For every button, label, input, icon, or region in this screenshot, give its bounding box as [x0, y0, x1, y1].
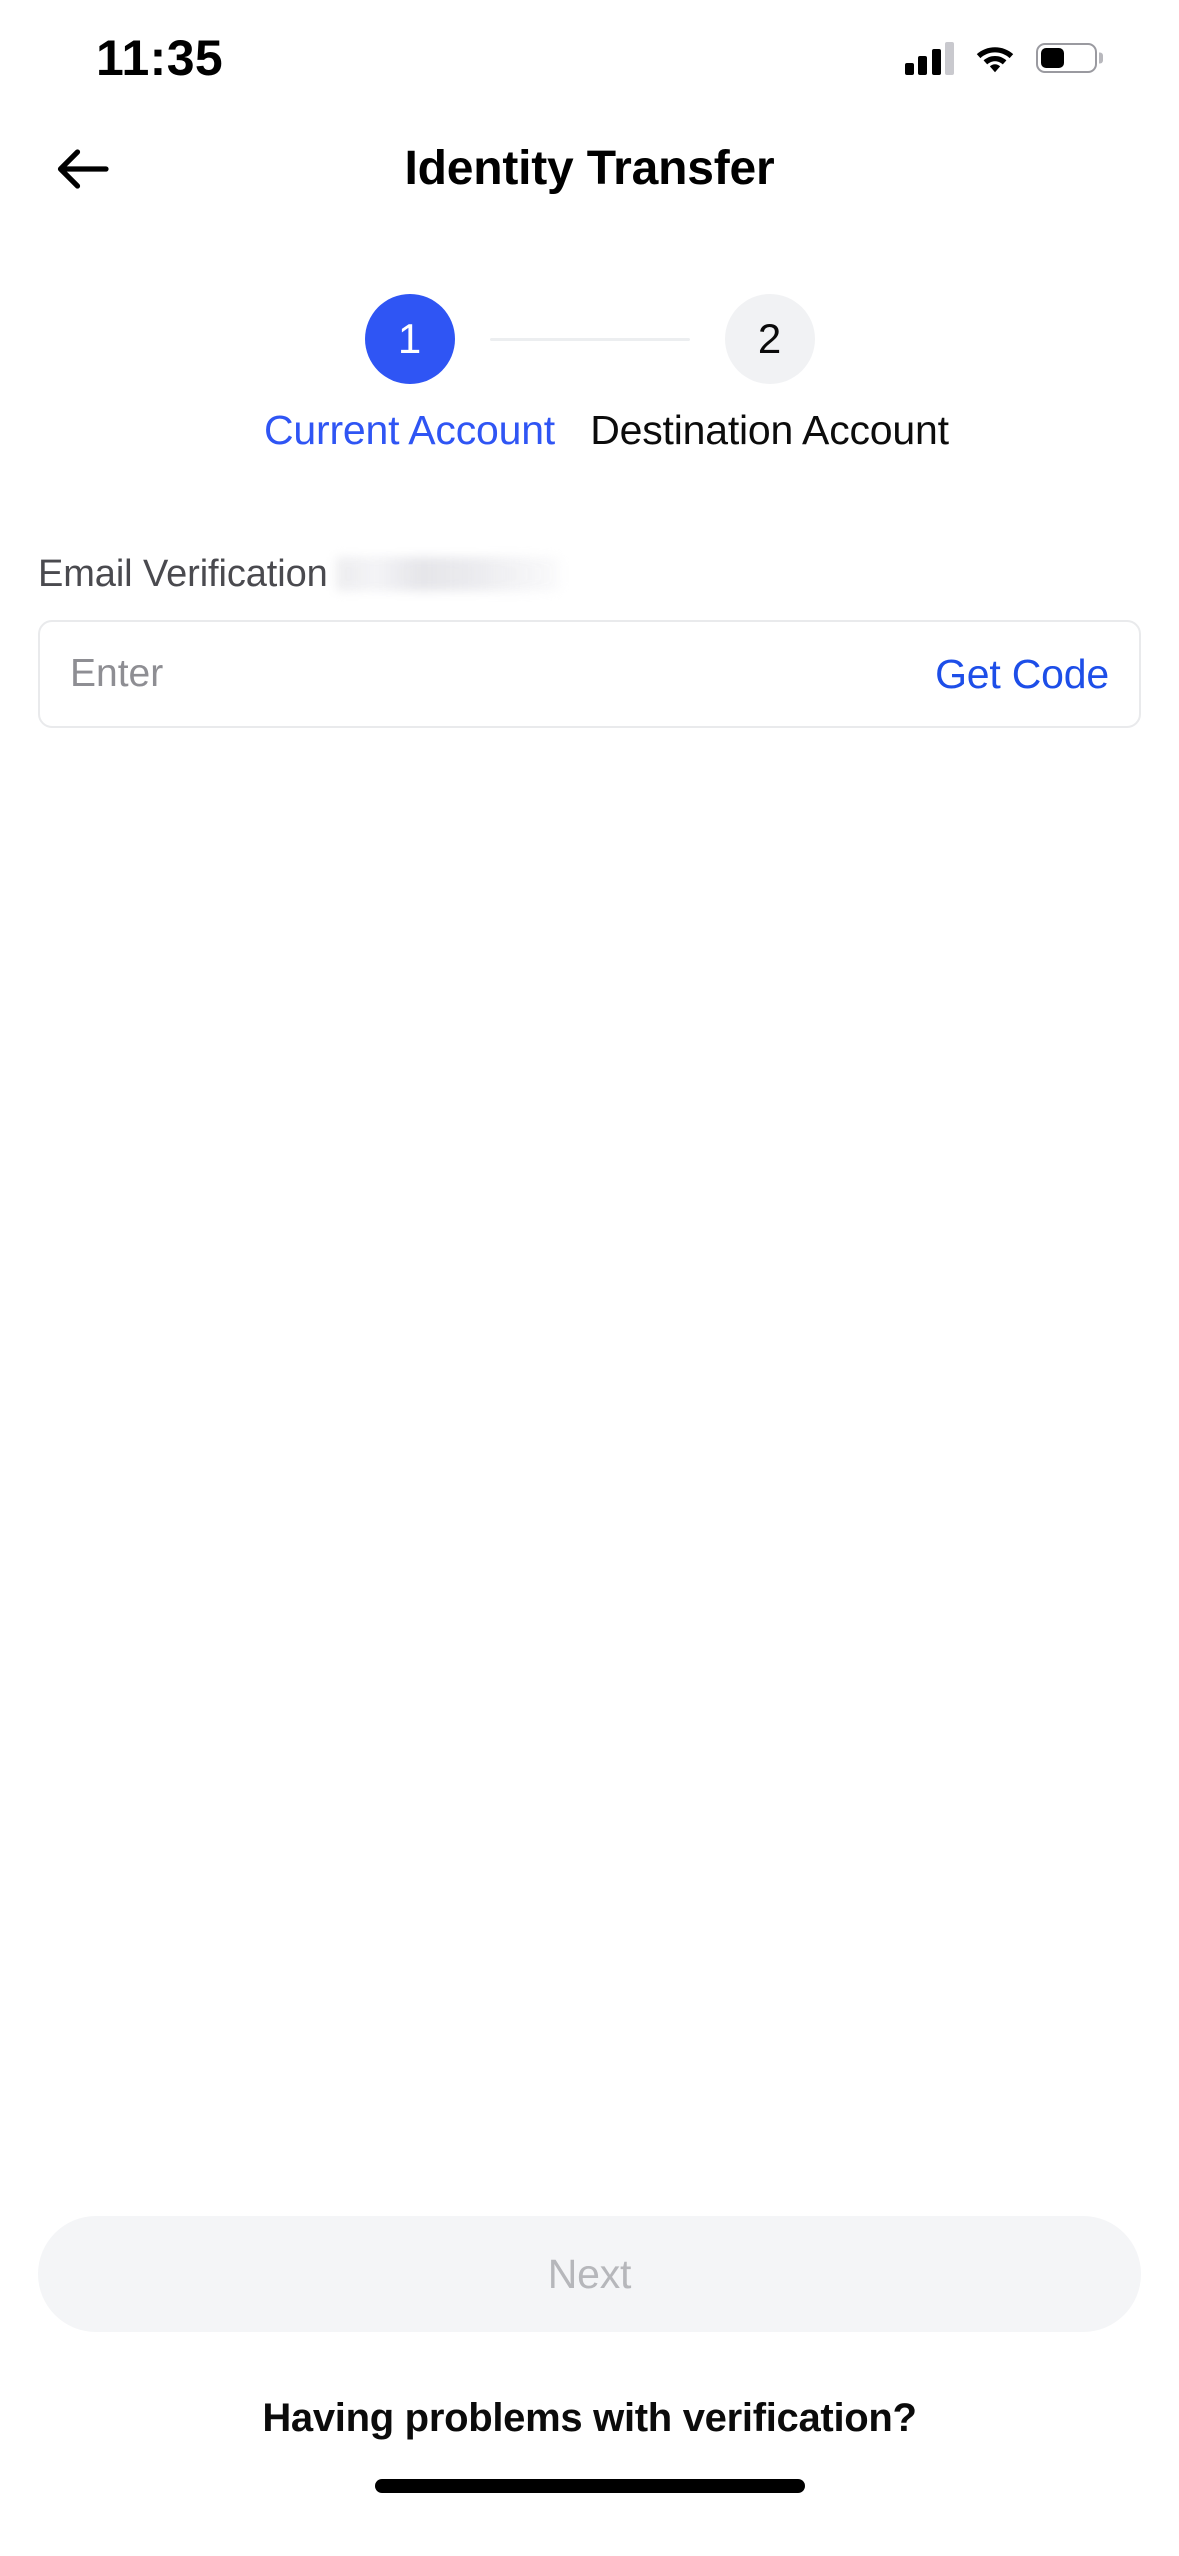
content-spacer	[0, 728, 1179, 2216]
page-title: Identity Transfer	[404, 145, 774, 193]
app-screen: 11:35	[0, 0, 1179, 2556]
status-bar-icons	[905, 35, 1098, 75]
arrow-left-icon	[57, 148, 109, 190]
email-verification-label: Email Verification	[38, 555, 328, 593]
verification-code-field[interactable]: Get Code	[38, 620, 1141, 728]
verification-help-link[interactable]: Having problems with verification?	[38, 2398, 1141, 2438]
redacted-email-value	[336, 557, 560, 591]
get-code-button[interactable]: Get Code	[911, 654, 1109, 695]
back-button[interactable]	[40, 126, 126, 212]
progress-stepper: 1 Current Account 2 Destination Account	[0, 294, 1179, 480]
stepper-step-2-label: Destination Account	[590, 410, 949, 451]
email-verification-row: Email Verification	[38, 548, 1141, 600]
stepper-step-destination-account[interactable]: 2 Destination Account	[590, 294, 950, 451]
stepper-step-1-circle: 1	[365, 294, 455, 384]
wifi-icon	[974, 42, 1016, 74]
next-button[interactable]: Next	[38, 2216, 1141, 2332]
stepper-step-1-label: Current Account	[264, 410, 555, 451]
stepper-step-current-account[interactable]: 1 Current Account	[230, 294, 590, 451]
home-indicator[interactable]	[375, 2479, 805, 2493]
cellular-signal-icon	[905, 41, 955, 75]
navigation-header: Identity Transfer	[0, 110, 1179, 228]
status-bar-time: 11:35	[96, 27, 223, 83]
stepper-step-2-circle: 2	[725, 294, 815, 384]
verification-form: Email Verification Get Code	[0, 548, 1179, 728]
verification-code-input[interactable]	[70, 652, 911, 696]
footer-actions: Next Having problems with verification?	[0, 2216, 1179, 2438]
battery-icon	[1036, 43, 1097, 73]
home-indicator-area	[0, 2438, 1179, 2556]
status-bar: 11:35	[0, 0, 1179, 110]
